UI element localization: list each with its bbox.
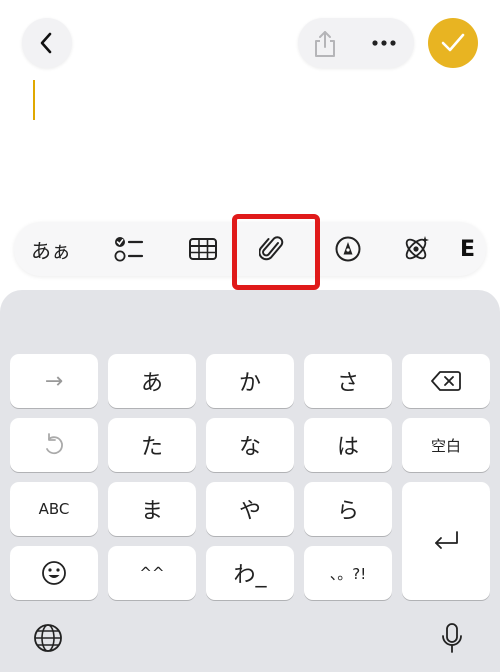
key-wa-label: わ_ bbox=[233, 563, 267, 588]
checklist-button[interactable] bbox=[104, 222, 154, 276]
emoji-key[interactable] bbox=[10, 546, 98, 600]
key-punctuation[interactable]: 、。?! bbox=[304, 546, 392, 600]
checkmark-icon bbox=[441, 33, 465, 52]
key-ya-label: や bbox=[238, 499, 261, 524]
key-ta[interactable]: た bbox=[108, 418, 196, 472]
chevron-left-icon bbox=[40, 32, 52, 54]
key-na-label: な bbox=[238, 435, 261, 460]
japanese-keyboard: → あ か さ た な は 空白 ABC ま や ら ^^ わ_ 、。?! bbox=[0, 290, 500, 672]
top-actions-pill bbox=[298, 18, 414, 68]
format-more-item[interactable]: E bbox=[460, 222, 486, 276]
key-arrow-label: → bbox=[44, 368, 64, 394]
abc-key[interactable]: ABC bbox=[10, 482, 98, 536]
table-icon bbox=[189, 238, 217, 260]
key-sa-label: さ bbox=[336, 371, 359, 396]
key-wa[interactable]: わ_ bbox=[206, 546, 294, 600]
globe-button[interactable] bbox=[28, 618, 68, 658]
format-more-label: E bbox=[460, 236, 476, 262]
key-punctuation-label: 、。?! bbox=[329, 564, 367, 583]
return-key[interactable] bbox=[402, 482, 490, 600]
ellipsis-icon[interactable] bbox=[370, 32, 398, 54]
key-ha-label: は bbox=[336, 435, 359, 460]
table-button[interactable] bbox=[178, 222, 228, 276]
key-a[interactable]: あ bbox=[108, 354, 196, 408]
key-sa[interactable]: さ bbox=[304, 354, 392, 408]
done-button[interactable] bbox=[428, 18, 478, 68]
key-arrow[interactable]: → bbox=[10, 354, 98, 408]
key-kaomoji[interactable]: ^^ bbox=[108, 546, 196, 600]
key-ma[interactable]: ま bbox=[108, 482, 196, 536]
key-ka[interactable]: か bbox=[206, 354, 294, 408]
globe-icon bbox=[34, 624, 62, 652]
microphone-button[interactable] bbox=[432, 618, 472, 658]
text-style-label: あぁ bbox=[31, 238, 71, 263]
key-a-label: あ bbox=[140, 371, 163, 396]
abc-key-label: ABC bbox=[38, 500, 70, 518]
microphone-icon bbox=[442, 623, 462, 653]
pen-icon bbox=[335, 236, 361, 262]
key-kaomoji-label: ^^ bbox=[139, 564, 165, 582]
key-ra[interactable]: ら bbox=[304, 482, 392, 536]
delete-icon bbox=[431, 371, 461, 391]
delete-key[interactable] bbox=[402, 354, 490, 408]
key-ha[interactable]: は bbox=[304, 418, 392, 472]
share-icon[interactable] bbox=[312, 30, 338, 58]
return-icon bbox=[435, 531, 458, 549]
markup-button[interactable] bbox=[322, 222, 374, 276]
key-na[interactable]: な bbox=[206, 418, 294, 472]
undo-icon bbox=[46, 433, 63, 455]
key-ma-label: ま bbox=[140, 499, 163, 524]
space-key-label: 空白 bbox=[430, 436, 461, 455]
space-key[interactable]: 空白 bbox=[402, 418, 490, 472]
sparkle-icon bbox=[405, 236, 429, 260]
key-ya[interactable]: や bbox=[206, 482, 294, 536]
ai-tools-button[interactable] bbox=[390, 222, 442, 276]
text-style-button[interactable]: あぁ bbox=[20, 222, 82, 276]
key-ta-label: た bbox=[140, 435, 163, 460]
checklist-icon bbox=[114, 237, 144, 262]
emoji-icon bbox=[42, 561, 66, 585]
key-ra-label: ら bbox=[336, 499, 359, 524]
text-cursor bbox=[33, 80, 35, 120]
key-ka-label: か bbox=[238, 371, 261, 396]
undo-key[interactable] bbox=[10, 418, 98, 472]
attachment-highlight-box bbox=[232, 214, 320, 290]
back-button[interactable] bbox=[22, 18, 72, 68]
